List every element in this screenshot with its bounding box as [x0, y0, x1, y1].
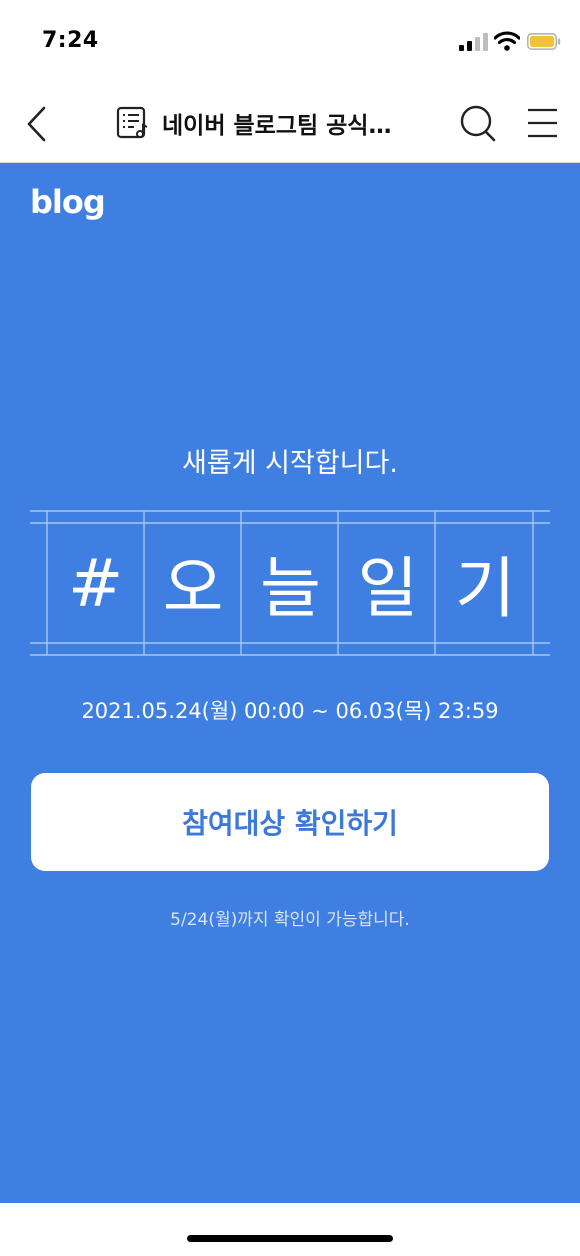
nav-title-area[interactable]: 네이버 블로그팀 공식… [116, 102, 391, 144]
blog-logo: blog [30, 183, 106, 221]
hashtag-char: 오 [162, 550, 224, 627]
check-eligibility-button[interactable]: 참여대상 확인하기 [31, 773, 549, 871]
hashtag-char: 일 [357, 550, 419, 627]
hashtag-title: # 오 늘 일 기 [47, 511, 534, 655]
home-area [0, 1203, 580, 1256]
status-bar: 7:24 [0, 0, 580, 84]
event-banner: blog 새롭게 시작합니다. # 오 늘 일 기 2021.05.24(월) … [0, 163, 580, 1203]
doc-list-icon [116, 106, 148, 139]
back-chevron-icon[interactable] [20, 102, 54, 146]
search-icon[interactable] [458, 102, 498, 144]
banner-subtitle: 새롭게 시작합니다. [182, 448, 398, 479]
wifi-icon [494, 31, 520, 51]
battery-icon [527, 33, 561, 50]
cellular-signal-icon [459, 33, 488, 51]
menu-icon[interactable] [524, 102, 560, 144]
navigation-bar: 네이버 블로그팀 공식… [0, 84, 580, 163]
status-time: 7:24 [42, 28, 99, 53]
eligibility-note: 5/24(월)까지 확인이 가능합니다. [170, 910, 410, 930]
hashtag-char: 기 [454, 550, 516, 627]
hashtag-char: # [68, 544, 124, 622]
hashtag-char: 늘 [260, 550, 321, 627]
event-date-range: 2021.05.24(월) 00:00 ~ 06.03(목) 23:59 [81, 699, 499, 723]
nav-title: 네이버 블로그팀 공식… [162, 113, 392, 139]
home-indicator[interactable] [187, 1235, 393, 1242]
